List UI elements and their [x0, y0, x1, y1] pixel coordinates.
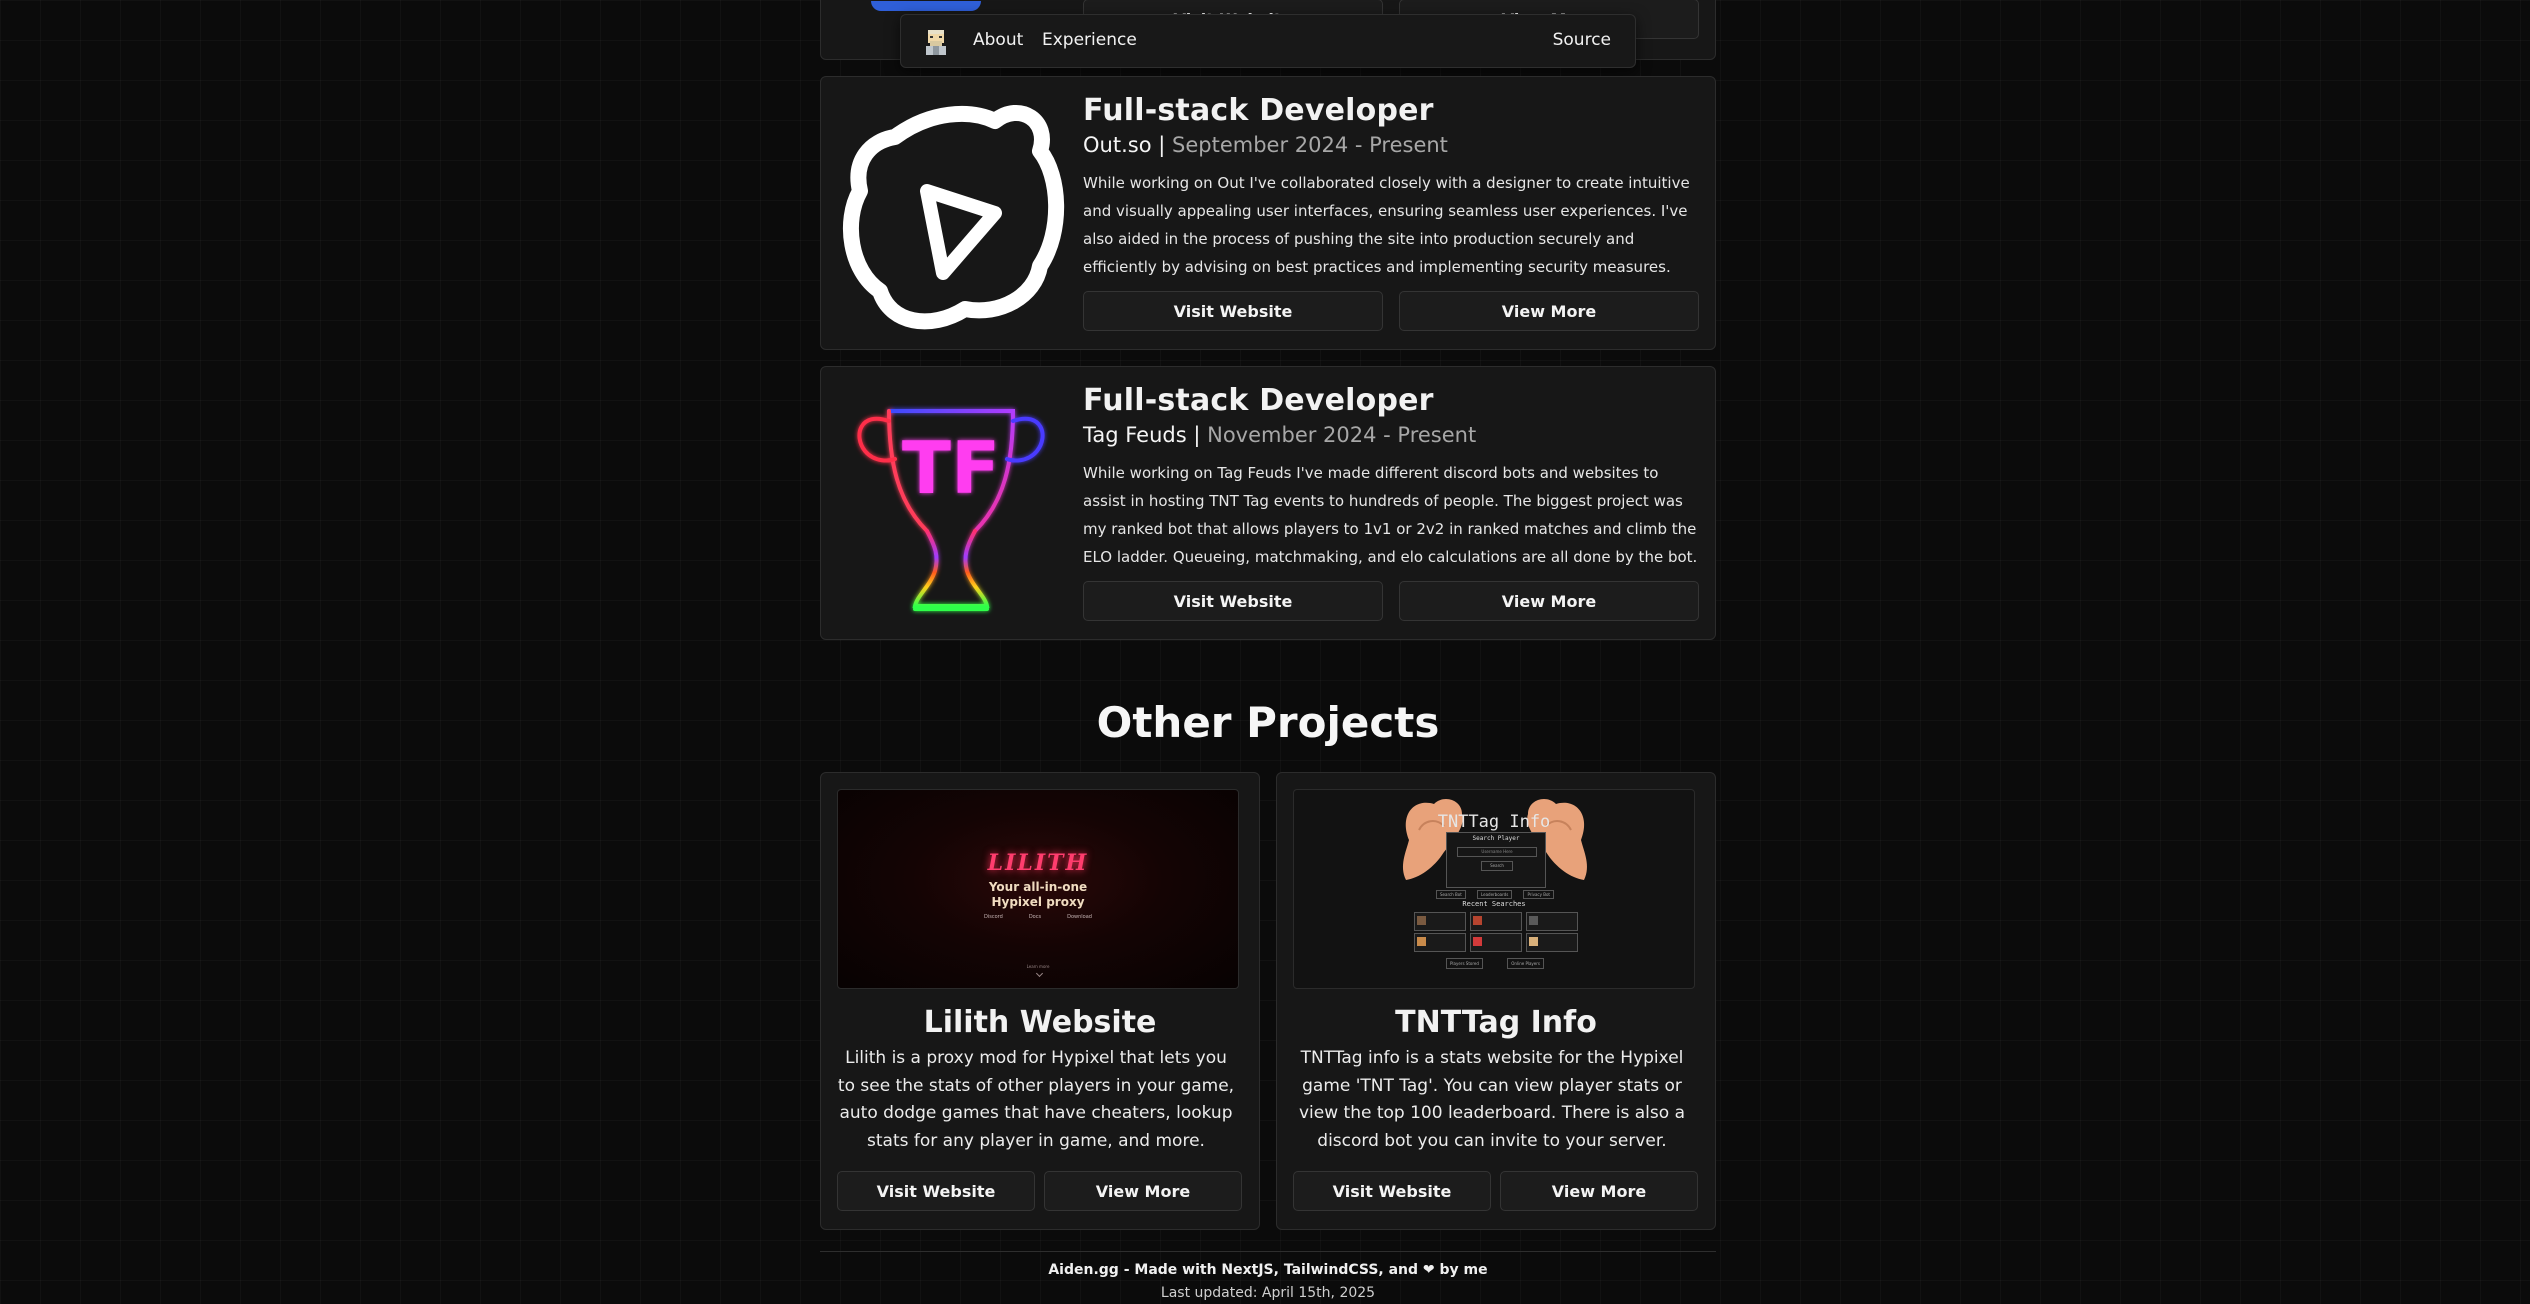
preview-stat: Online Players	[1507, 958, 1544, 969]
lilith-tagline-1: Your all-in-one	[988, 880, 1088, 894]
experience-card-tagfeuds: TF Full-stack Developer Tag Feuds | Nove…	[820, 366, 1716, 640]
recent-label: Recent Searches	[1462, 900, 1526, 908]
job-company-dates: Tag Feuds | November 2024 - Present	[1083, 423, 1476, 447]
view-more-button[interactable]: View More	[1399, 581, 1699, 621]
company-name: Out.so	[1083, 133, 1152, 157]
project-description: TNTTag info is a stats website for the H…	[1298, 1048, 1685, 1151]
project-screenshot[interactable]: TNTTag Info Search Player Username Here …	[1293, 789, 1695, 989]
company-name: Tag Feuds	[1083, 423, 1187, 447]
footer-last-updated: Last updated: April 15th, 2025	[1160, 1285, 1376, 1301]
section-heading-other-projects: Other Projects	[1096, 698, 1440, 747]
view-more-button[interactable]: View More	[1399, 291, 1699, 331]
nav-about-link[interactable]: About	[973, 30, 1023, 50]
view-more-button[interactable]: View More	[1500, 1171, 1698, 1211]
project-description: Lilith is a proxy mod for Hypixel that l…	[837, 1048, 1235, 1151]
preview-button: Leaderboards	[1476, 890, 1513, 899]
visit-website-button[interactable]: Visit Website	[1293, 1171, 1491, 1211]
lilith-link-docs: Docs	[1028, 914, 1042, 920]
lilith-logo: LILITH	[987, 850, 1089, 876]
separator: |	[1193, 423, 1201, 447]
lilith-scroll-hint: Learn more	[1026, 964, 1050, 969]
experience-card-out: Full-stack Developer Out.so | September …	[820, 76, 1716, 350]
job-description: While working on Out I've collaborated c…	[1083, 174, 1690, 276]
job-title: Full-stack Developer	[1083, 383, 1434, 418]
tnttag-logo: TNTTag Info	[1437, 812, 1551, 832]
job-description: While working on Tag Feuds I've made dif…	[1083, 464, 1698, 566]
preview-buttons: Search Bot Leaderboards Privacy Bot	[1436, 890, 1554, 899]
visit-website-button[interactable]: Visit Website	[1083, 291, 1383, 331]
tf-logo-text: TF	[902, 426, 1000, 510]
recent-grid	[1414, 912, 1578, 952]
preview-button: Search Bot	[1436, 890, 1466, 899]
visit-website-button[interactable]: Visit Website	[837, 1171, 1035, 1211]
job-title: Full-stack Developer	[1083, 93, 1434, 128]
preview-stats: Players Stored Online Players	[1446, 958, 1544, 969]
view-more-button[interactable]: View More	[1044, 1171, 1242, 1211]
visit-website-button[interactable]: Visit Website	[1083, 581, 1383, 621]
job-dates: November 2024 - Present	[1207, 423, 1477, 447]
search-input: Username Here	[1457, 847, 1537, 857]
preview-button: Privacy Bot	[1523, 890, 1554, 899]
separator: |	[1158, 133, 1166, 157]
out-play-icon	[842, 105, 1065, 330]
search-panel: Search Player Username Here Search	[1446, 832, 1546, 888]
job-dates: September 2024 - Present	[1172, 133, 1448, 157]
lilith-link-download: Download	[1067, 914, 1092, 920]
out-logo	[835, 91, 1067, 337]
tagfeuds-logo: TF	[835, 381, 1067, 627]
lilith-tagline-2: Hypixel proxy	[991, 895, 1085, 909]
footer-divider	[820, 1251, 1716, 1252]
nav-source-link[interactable]: Source	[1553, 30, 1611, 50]
lilith-links: Discord Docs Download	[838, 914, 1238, 920]
project-title: TNTTag Info	[1395, 1005, 1597, 1040]
preview-stat: Players Stored	[1446, 958, 1483, 969]
lilith-link-discord: Discord	[984, 914, 1003, 920]
chevron-down-icon	[1035, 969, 1044, 978]
avatar[interactable]	[921, 27, 951, 57]
company-logo-partial	[871, 1, 981, 11]
nav-experience-link[interactable]: Experience	[1042, 30, 1137, 50]
footer-credits: Aiden.gg - Made with NextJS, TailwindCSS…	[1048, 1262, 1488, 1278]
project-card-lilith: LILITH Your all-in-one Hypixel proxy Dis…	[820, 772, 1260, 1230]
search-button: Search	[1481, 861, 1513, 871]
navbar: About Experience Source	[900, 14, 1636, 68]
search-label: Search Player	[1472, 835, 1520, 842]
project-card-tnttag: TNTTag Info Search Player Username Here …	[1276, 772, 1716, 1230]
project-title: Lilith Website	[923, 1005, 1157, 1040]
job-company-dates: Out.so | September 2024 - Present	[1083, 133, 1448, 157]
project-screenshot[interactable]: LILITH Your all-in-one Hypixel proxy Dis…	[837, 789, 1239, 989]
